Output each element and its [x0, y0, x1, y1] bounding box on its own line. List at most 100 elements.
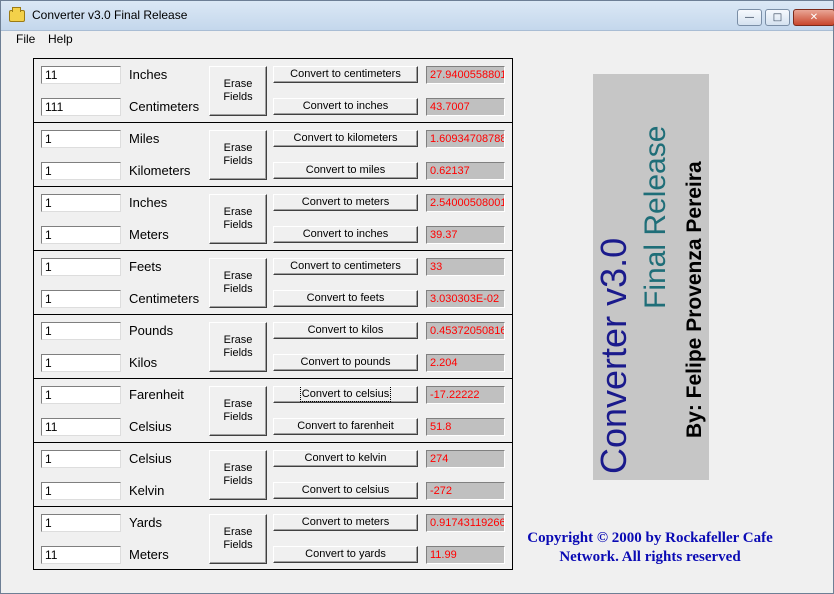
converters-panel: 11 Inches 111 Centimeters Erase Fields Convert…: [33, 58, 513, 570]
banner-graphic: Converter v3.0 Final Release By: Felipe …: [593, 126, 706, 474]
erase-fields-button[interactable]: Erase Fields: [209, 386, 267, 436]
result-field-1: 274: [426, 450, 505, 468]
input-field-2[interactable]: 111: [41, 98, 121, 116]
input-field-2[interactable]: 1: [41, 290, 121, 308]
convert-label-1: Convert to kilos: [307, 324, 384, 336]
convert-label-2: Convert to yards: [305, 548, 386, 560]
convert-button-1[interactable]: Convert to meters: [273, 194, 418, 211]
copyright-line-1: Copyright © 2000 by Rockafeller Cafe: [527, 530, 773, 546]
convert-button-1[interactable]: Convert to centimeters: [273, 66, 418, 83]
convert-label-1: Convert to centimeters: [290, 260, 401, 272]
banner-subtitle: Final Release: [639, 126, 672, 309]
convert-label-1: Convert to celsius: [299, 387, 392, 402]
convert-button-1[interactable]: Convert to centimeters: [273, 258, 418, 275]
unit-label-1: Inches: [129, 67, 168, 82]
erase-fields-button[interactable]: Erase Fields: [209, 514, 267, 564]
input-field-2[interactable]: 1: [41, 482, 121, 500]
convert-button-2[interactable]: Convert to yards: [273, 546, 418, 563]
banner-logo: Converter v3.0 Final Release By: Felipe …: [593, 74, 709, 480]
input-field-1[interactable]: 1: [41, 194, 121, 212]
erase-label-1: Erase: [223, 270, 253, 282]
result-field-1: -17.22222: [426, 386, 505, 404]
convert-button-1[interactable]: Convert to celsius: [273, 386, 418, 403]
convert-label-1: Convert to centimeters: [290, 68, 401, 80]
input-field-1[interactable]: 1: [41, 258, 121, 276]
unit-label-2: Centimeters: [129, 291, 200, 306]
erase-label-2: Fields: [223, 411, 253, 423]
close-button[interactable]: ✕: [793, 9, 834, 26]
erase-label-2: Fields: [223, 91, 253, 103]
result-field-1: 0.45372050816: [426, 322, 505, 340]
input-field-1[interactable]: 11: [41, 66, 121, 84]
convert-button-2[interactable]: Convert to miles: [273, 162, 418, 179]
copyright-line-2: Network. All rights reserved: [559, 549, 741, 565]
erase-fields-button[interactable]: Erase Fields: [209, 130, 267, 180]
convert-button-1[interactable]: Convert to kilometers: [273, 130, 418, 147]
input-field-1[interactable]: 1: [41, 450, 121, 468]
erase-fields-button[interactable]: Erase Fields: [209, 322, 267, 372]
converter-group: 1 Miles 1 Kilometers Erase Fields Convert to k…: [34, 123, 512, 187]
title-bar[interactable]: Converter v3.0 Final Release — □ ✕: [1, 1, 834, 31]
erase-label-1: Erase: [223, 142, 253, 154]
result-field-2: 43.7007: [426, 98, 505, 116]
copyright-text: Copyright © 2000 by Rockafeller Cafe Net…: [515, 529, 785, 567]
unit-label-1: Farenheit: [129, 387, 184, 402]
input-field-2[interactable]: 1: [41, 226, 121, 244]
unit-label-2: Meters: [129, 227, 169, 242]
input-field-2[interactable]: 1: [41, 162, 121, 180]
erase-label-2: Fields: [223, 283, 253, 295]
convert-button-2[interactable]: Convert to inches: [273, 98, 418, 115]
unit-label-1: Celsius: [129, 451, 172, 466]
menu-file[interactable]: File: [16, 32, 35, 46]
erase-label-2: Fields: [223, 155, 253, 167]
input-field-1[interactable]: 1: [41, 386, 121, 404]
erase-fields-button[interactable]: Erase Fields: [209, 450, 267, 500]
input-field-2[interactable]: 1: [41, 354, 121, 372]
converter-group: 1 Feets 1 Centimeters Erase Fields Convert to …: [34, 251, 512, 315]
maximize-button[interactable]: □: [765, 9, 790, 26]
menu-help[interactable]: Help: [48, 32, 73, 46]
erase-label-1: Erase: [223, 526, 253, 538]
erase-label-2: Fields: [223, 219, 253, 231]
minimize-button[interactable]: —: [737, 9, 762, 26]
converter-group: 1 Farenheit 11 Celsius Erase Fields Convert to…: [34, 379, 512, 443]
convert-label-2: Convert to farenheit: [297, 420, 394, 432]
erase-fields-button[interactable]: Erase Fields: [209, 194, 267, 244]
result-field-2: 51.8: [426, 418, 505, 436]
convert-button-1[interactable]: Convert to meters: [273, 514, 418, 531]
unit-label-1: Inches: [129, 195, 168, 210]
input-field-1[interactable]: 1: [41, 130, 121, 148]
converter-group: 1 Pounds 1 Kilos Erase Fields Convert to kilos…: [34, 315, 512, 379]
convert-button-2[interactable]: Convert to feets: [273, 290, 418, 307]
erase-fields-button[interactable]: Erase Fields: [209, 66, 267, 116]
result-field-1: 33: [426, 258, 505, 276]
input-field-1[interactable]: 1: [41, 514, 121, 532]
banner-author: By: Felipe Provenza Pereira: [683, 161, 706, 438]
result-field-1: 2.54000508001: [426, 194, 505, 212]
input-field-2[interactable]: 11: [41, 418, 121, 436]
convert-button-1[interactable]: Convert to kilos: [273, 322, 418, 339]
convert-button-2[interactable]: Convert to inches: [273, 226, 418, 243]
unit-label-2: Meters: [129, 547, 169, 562]
result-field-2: -272: [426, 482, 505, 500]
convert-button-2[interactable]: Convert to pounds: [273, 354, 418, 371]
convert-button-2[interactable]: Convert to celsius: [273, 482, 418, 499]
convert-label-1: Convert to meters: [301, 516, 390, 528]
convert-button-1[interactable]: Convert to kelvin: [273, 450, 418, 467]
erase-label-1: Erase: [223, 462, 253, 474]
input-field-1[interactable]: 1: [41, 322, 121, 340]
unit-label-2: Centimeters: [129, 99, 200, 114]
convert-button-2[interactable]: Convert to farenheit: [273, 418, 418, 435]
erase-fields-button[interactable]: Erase Fields: [209, 258, 267, 308]
convert-label-1: Convert to kilometers: [293, 132, 398, 144]
menu-bar: File Help: [1, 31, 833, 49]
result-field-1: 1.60934708788: [426, 130, 505, 148]
erase-label-2: Fields: [223, 539, 253, 551]
input-field-2[interactable]: 11: [41, 546, 121, 564]
erase-label-2: Fields: [223, 475, 253, 487]
unit-label-1: Yards: [129, 515, 162, 530]
folder-icon: [9, 7, 25, 22]
convert-label-2: Convert to miles: [305, 164, 386, 176]
unit-label-2: Kilometers: [129, 163, 191, 178]
result-field-1: 0.91743119266: [426, 514, 505, 532]
